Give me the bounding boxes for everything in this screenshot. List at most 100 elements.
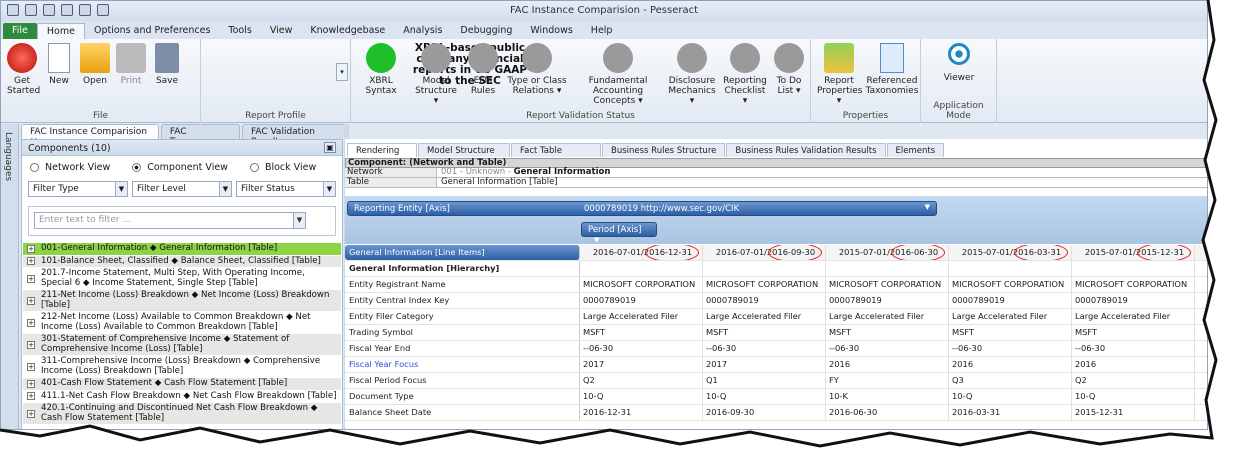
grid-cell: 2016 xyxy=(826,357,949,372)
reporting-checklist-button[interactable]: Reporting Checklist ▾ xyxy=(721,43,769,106)
xbrl-syntax-button[interactable]: XBRL Syntax xyxy=(359,43,403,96)
network-view-radio[interactable]: Network View xyxy=(30,162,110,173)
expand-icon[interactable]: + xyxy=(27,318,35,327)
tab-elements[interactable]: Elements xyxy=(886,143,945,157)
tab-help[interactable]: Help xyxy=(582,23,622,39)
tab-business-rules-validation[interactable]: Business Rules Validation Results xyxy=(726,143,886,157)
folder-icon xyxy=(80,43,110,73)
file-group-label: File xyxy=(92,111,109,121)
list-item[interactable]: +201.7-Income Statement, Multi Step, Wit… xyxy=(23,268,341,290)
reporting-entity-axis[interactable]: Reporting Entity [Axis] 0000789019 http:… xyxy=(347,201,937,216)
get-started-button[interactable]: Get Started xyxy=(7,43,40,96)
open-button[interactable]: Open xyxy=(79,43,111,86)
table-row: Balance Sheet Date 2016-12-31 2016-09-30 20… xyxy=(345,405,1207,421)
rendering-tabs: Rendering Model Structure Fact Table Bus… xyxy=(347,143,945,157)
tab-tools[interactable]: Tools xyxy=(219,23,260,39)
tab-debugging[interactable]: Debugging xyxy=(451,23,521,39)
referenced-taxonomies-button[interactable]: Referenced Taxonomies xyxy=(865,43,919,96)
period-column-header: 2015-07-01/2016-03-31 xyxy=(949,245,1072,260)
grid-cell: --06-30 xyxy=(826,341,949,356)
list-item[interactable]: +311-Comprehensive Income (Loss) Breakdo… xyxy=(23,356,341,378)
doc-tab-validation-result[interactable]: FAC Validation Result xyxy=(241,124,349,147)
network-value: 001 - Unknown - General Information xyxy=(437,168,610,177)
list-item[interactable]: +401-Cash Flow Statement ◆ Cash Flow Sta… xyxy=(23,378,341,391)
filter-type-select[interactable]: Filter Type ▼ xyxy=(28,181,128,197)
tab-home[interactable]: Home xyxy=(36,23,85,39)
chevron-down-icon[interactable]: ▼ xyxy=(293,213,305,228)
list-item[interactable]: +420.1-Continuing and Discontinued Net C… xyxy=(23,403,341,425)
list-item[interactable]: +411.1-Net Cash Flow Breakdown ◆ Net Cas… xyxy=(23,391,341,403)
grid-cell: Large Accelerated Filer xyxy=(580,309,703,324)
type-class-button[interactable]: Type or Class Relations ▾ xyxy=(507,43,567,96)
component-view-radio[interactable]: Component View xyxy=(132,162,228,173)
expand-icon[interactable]: + xyxy=(27,392,35,401)
print-button[interactable]: Print xyxy=(115,43,147,86)
expand-icon[interactable]: + xyxy=(27,257,35,266)
grid-cell xyxy=(703,261,826,276)
taxonomy-icon xyxy=(880,43,904,73)
period-axis[interactable]: Period [Axis] ▼ xyxy=(581,222,657,244)
tab-model-structure[interactable]: Model Structure xyxy=(418,143,510,157)
tab-options[interactable]: Options and Preferences xyxy=(85,23,219,39)
grid-cell: 2016-09-30 xyxy=(703,405,826,420)
line-items-header[interactable]: General Information [Line Items] xyxy=(345,245,580,260)
table-row: Entity Central Index Key 0000789019 000078… xyxy=(345,293,1207,309)
tab-view[interactable]: View xyxy=(261,23,302,39)
components-title: Components (10) xyxy=(28,143,111,154)
doc-tab-taxonomy[interactable]: FAC Taxonomy xyxy=(160,124,240,147)
grid-cell: 2016-06-30 xyxy=(826,405,949,420)
grid-cell: --06-30 xyxy=(703,341,826,356)
expand-icon[interactable]: + xyxy=(27,362,35,371)
grid-cell: MICROSOFT CORPORATION xyxy=(826,277,949,292)
tab-business-rules-structure[interactable]: Business Rules Structure xyxy=(602,143,726,157)
new-button[interactable]: New xyxy=(45,43,73,86)
pin-icon[interactable]: ▣ xyxy=(324,142,336,153)
tab-rendering[interactable]: Rendering xyxy=(347,143,417,157)
model-structure-button[interactable]: Model Structure ▾ xyxy=(413,43,459,106)
grid-cell: MSFT xyxy=(1072,325,1195,340)
rendering-panel: Rendering Model Structure Fact Table Bus… xyxy=(345,139,1207,429)
efm-rules-button[interactable]: EFM Rules xyxy=(463,43,503,96)
list-item[interactable]: +301-Statement of Comprehensive Income ◆… xyxy=(23,334,341,356)
tab-fact-table[interactable]: Fact Table xyxy=(511,143,601,157)
tab-analysis[interactable]: Analysis xyxy=(394,23,451,39)
block-view-radio[interactable]: Block View xyxy=(249,162,316,173)
expand-icon[interactable]: + xyxy=(27,409,35,418)
expand-icon[interactable]: + xyxy=(27,379,35,388)
row-label: Balance Sheet Date xyxy=(345,405,580,420)
report-properties-button[interactable]: Report Properties ▾ xyxy=(817,43,862,106)
tab-knowledgebase[interactable]: Knowledgebase xyxy=(301,23,394,39)
status-gray-icon xyxy=(730,43,760,73)
list-item[interactable]: +212-Net Income (Loss) Available to Comm… xyxy=(23,312,341,334)
window-title: FAC Instance Comparision - Pesseract xyxy=(509,5,699,16)
list-item[interactable]: +101-Balance Sheet, Classified ◆ Balance… xyxy=(23,255,341,268)
filter-level-select[interactable]: Filter Level ▼ xyxy=(132,181,232,197)
expand-icon[interactable]: + xyxy=(27,244,35,253)
profile-dropdown-icon[interactable]: ▾ xyxy=(336,63,348,81)
languages-sidebar[interactable]: Languages xyxy=(1,124,19,429)
list-item[interactable]: +211-Net Income (Loss) Breakdown ◆ Net I… xyxy=(23,290,341,312)
languages-label: Languages xyxy=(3,132,13,182)
expand-icon[interactable]: + xyxy=(27,274,35,283)
expand-icon[interactable]: + xyxy=(27,340,35,349)
save-button[interactable]: Save xyxy=(151,43,183,86)
search-input[interactable]: Enter text to filter ... ▼ xyxy=(34,212,306,229)
todo-list-button[interactable]: To Do List ▾ xyxy=(771,43,807,96)
expand-icon[interactable]: + xyxy=(27,296,35,305)
tab-file[interactable]: File xyxy=(3,23,37,39)
grid-cell xyxy=(949,261,1072,276)
grid-cell: Large Accelerated Filer xyxy=(826,309,949,324)
table-row: Fiscal Year End --06-30 --06-30 --06-30 --06… xyxy=(345,341,1207,357)
filter-status-select[interactable]: Filter Status ▼ xyxy=(236,181,336,197)
doc-tab-instance-comparision[interactable]: FAC Instance Comparision ✕ xyxy=(21,124,159,147)
viewer-button[interactable]: Viewer xyxy=(937,43,981,83)
disclosure-mechanics-button[interactable]: Disclosure Mechanics ▾ xyxy=(667,43,717,106)
list-item-label: 211-Net Income (Loss) Breakdown ◆ Net In… xyxy=(41,290,330,310)
list-item[interactable]: +001-General Information ◆ General Infor… xyxy=(23,243,341,256)
fundamental-concepts-button[interactable]: Fundamental Accounting Concepts ▾ xyxy=(573,43,663,106)
grid-cell: Large Accelerated Filer xyxy=(703,309,826,324)
component-list: +001-General Information ◆ General Infor… xyxy=(23,243,341,425)
grid-cell xyxy=(580,261,703,276)
tab-windows[interactable]: Windows xyxy=(521,23,581,39)
grid-cell: Q3 xyxy=(949,373,1072,388)
